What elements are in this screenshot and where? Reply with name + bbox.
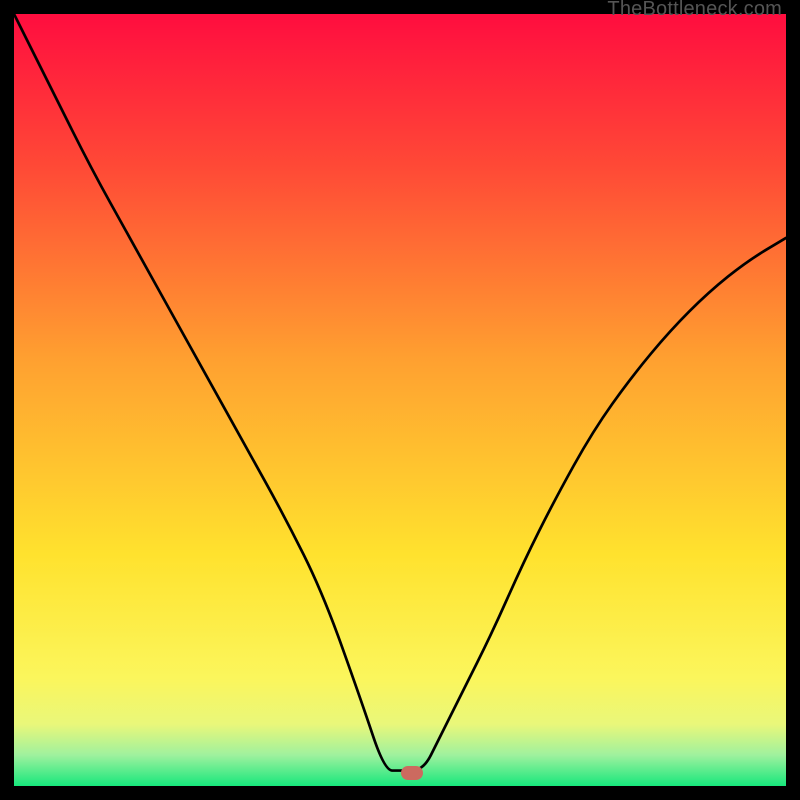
watermark-text: TheBottleneck.com xyxy=(607,0,782,21)
plot-area xyxy=(14,14,786,786)
bottleneck-curve xyxy=(14,14,786,786)
chart-frame: TheBottleneck.com xyxy=(0,0,800,800)
optimal-point-marker xyxy=(401,766,423,780)
